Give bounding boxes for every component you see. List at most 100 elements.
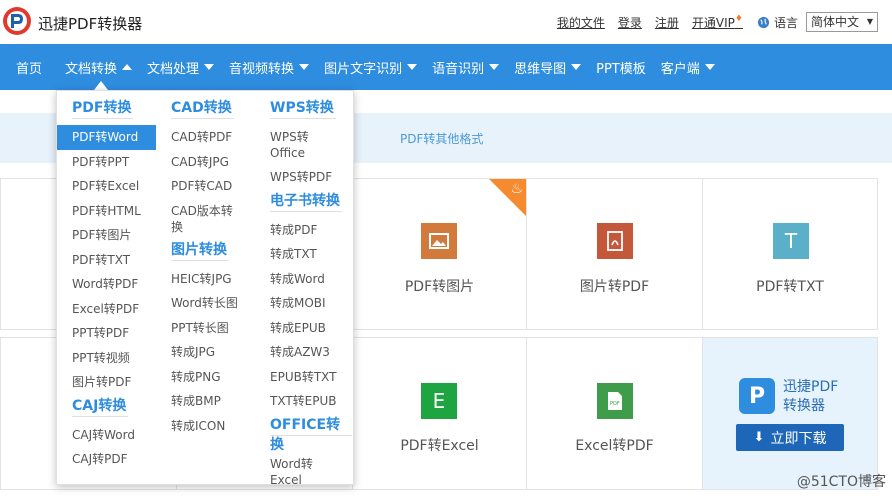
menu-item[interactable]: Excel转PDF [72,297,156,322]
nav-doc-process-label: 文档处理 [147,61,200,77]
dropdown-heading: WPS转换 [270,97,336,119]
fire-icon: ♨ [510,181,523,197]
tool-card-label: PDF转Excel [400,438,479,454]
chevron-down-icon [299,64,310,70]
nav-mindmap-label: 思维导图 [514,61,567,77]
dropdown-col-cad: CAD转换 CAD转PDF CAD转JPG PDF转CAD CAD版本转换 图片… [171,97,251,438]
menu-item[interactable]: PPT转长图 [171,316,251,341]
watermark: @51CTO博客 [796,474,886,490]
menu-item[interactable]: 转成ICON [171,414,251,439]
dropdown-heading: OFFICE转换 [270,414,352,453]
menu-item[interactable]: PPT转PDF [72,321,156,346]
menu-item[interactable]: 转成PDF [270,218,352,243]
menu-item[interactable]: 图片转PDF [72,370,156,395]
nav-client[interactable]: 客户端 [661,44,715,90]
menu-item[interactable]: WPS转PDF [270,165,352,190]
login-link[interactable]: 登录 [618,14,642,31]
menu-item[interactable]: PDF转CAD [171,174,251,199]
nav-ppt[interactable]: PPT模板 [596,44,646,90]
menu-item[interactable]: 转成JPG [171,340,251,365]
tool-card-pdf-to-image[interactable]: ♨ PDF转图片 [352,178,527,330]
menu-item[interactable]: PDF转图片 [72,223,156,248]
menu-item[interactable]: WPS转Office [270,125,316,165]
menu-item[interactable]: Word转Excel [270,452,316,492]
tool-card-excel-to-pdf[interactable]: PDF Excel转PDF [526,337,703,490]
nav-doc-convert-label: 文档转换 [65,61,118,77]
vip-link[interactable]: 开通VIP♦ [692,14,743,31]
nav-client-label: 客户端 [660,61,700,77]
text-icon: T [773,223,809,259]
menu-item[interactable]: 转成TXT [270,242,352,267]
nav-home[interactable]: 首页 [16,44,42,90]
menu-item[interactable]: PDF转Word [57,125,156,150]
fire-icon: ♦ [734,13,743,24]
dropdown-heading: CAJ转换 [72,395,129,417]
tool-card-label: Excel转PDF [575,438,654,454]
dropdown-heading: 电子书转换 [270,190,342,212]
nav-doc-process[interactable]: 文档处理 [147,44,215,90]
menu-item[interactable]: PDF转HTML [72,199,156,224]
vip-label: 开通VIP [691,15,735,30]
menu-item[interactable]: 转成MOBI [270,291,352,316]
menu-item[interactable]: CAD版本转换 [171,199,237,239]
nav-ocr[interactable]: 图片文字识别 [324,44,418,90]
chevron-down-icon [407,64,418,70]
download-button[interactable]: ⬇ 立即下载 [736,424,844,451]
dropdown-heading: CAD转换 [171,97,234,119]
nav-home-label: 首页 [16,61,43,77]
menu-item[interactable]: PDF转PPT [72,150,156,175]
globe-icon [757,16,770,28]
dropdown-heading: PDF转换 [72,97,134,119]
category-strip-text[interactable]: PDF转其他格式 [400,130,483,147]
menu-item[interactable]: HEIC转JPG [171,267,251,292]
menu-item[interactable]: CAD转PDF [171,125,251,150]
chevron-down-icon [489,64,500,70]
menu-item[interactable]: CAD转JPG [171,150,251,175]
dropdown-col-pdf: PDF转换 PDF转Word PDF转PPT PDF转Excel PDF转HTM… [57,97,156,472]
download-card: P 迅捷PDF 转换器 ⬇ 立即下载 [702,337,878,490]
nav-ppt-label: PPT模板 [596,61,646,77]
chevron-down-icon [704,64,715,70]
nav-speech[interactable]: 语音识别 [432,44,500,90]
language-label: 语言 [773,15,798,30]
top-links: 我的文件 登录 注册 开通VIP♦ 语言 简体中文 ▼ [557,0,892,44]
nav-av-convert[interactable]: 音视频转换 [229,44,310,90]
menu-item[interactable]: 转成AZW3 [270,340,352,365]
menu-item[interactable]: CAJ转Word [72,423,156,448]
brand-name[interactable]: 迅捷PDF转换器 [38,13,142,34]
pdf-icon [597,223,633,259]
menu-item[interactable]: PPT转视频 [72,346,156,371]
main-nav: 首页 文档转换 文档处理 音视频转换 图片文字识别 语音识别 思维导图 PPT模… [0,44,892,90]
nav-ocr-label: 图片文字识别 [324,61,403,77]
nav-speech-label: 语音识别 [432,61,485,77]
tool-card-pdf-to-excel[interactable]: E PDF转Excel [352,337,527,490]
doc-convert-dropdown: PDF转换 PDF转Word PDF转PPT PDF转Excel PDF转HTM… [56,90,354,487]
dropdown-heading: 图片转换 [171,239,229,261]
nav-mindmap[interactable]: 思维导图 [514,44,582,90]
menu-item[interactable]: Word转PDF [72,272,156,297]
menu-item[interactable]: 转成EPUB [270,316,352,341]
svg-text:PDF: PDF [610,401,620,407]
tool-card-pdf-to-txt[interactable]: T PDF转TXT [702,178,878,330]
dropdown-col-wps: WPS转换 WPS转Office WPS转PDF 电子书转换 转成PDF 转成T… [270,97,352,492]
menu-item[interactable]: PDF转TXT [72,248,156,273]
tool-card-image-to-pdf[interactable]: 图片转PDF [526,178,703,330]
menu-item[interactable]: 转成BMP [171,389,251,414]
chevron-down-icon: ▼ [866,17,873,26]
menu-item[interactable]: CAJ转PDF [72,447,156,472]
app-logo-icon[interactable] [2,6,32,36]
top-header: 迅捷PDF转换器 我的文件 登录 注册 开通VIP♦ 语言 简体中文 ▼ [0,0,892,44]
menu-item[interactable]: PDF转Excel [72,174,156,199]
chevron-down-icon [204,64,215,70]
menu-item[interactable]: EPUB转TXT [270,365,352,390]
menu-item[interactable]: 转成Word [270,267,352,292]
menu-item[interactable]: 转成PNG [171,365,251,390]
menu-item[interactable]: Word转长图 [171,291,251,316]
nav-av-convert-label: 音视频转换 [229,61,295,77]
chevron-down-icon [571,64,582,70]
app-name: 迅捷PDF 转换器 [783,379,839,414]
register-link[interactable]: 注册 [655,14,679,31]
my-files-link[interactable]: 我的文件 [557,14,605,31]
menu-item[interactable]: TXT转EPUB [270,389,352,414]
language-select[interactable]: 简体中文 ▼ [806,12,878,32]
